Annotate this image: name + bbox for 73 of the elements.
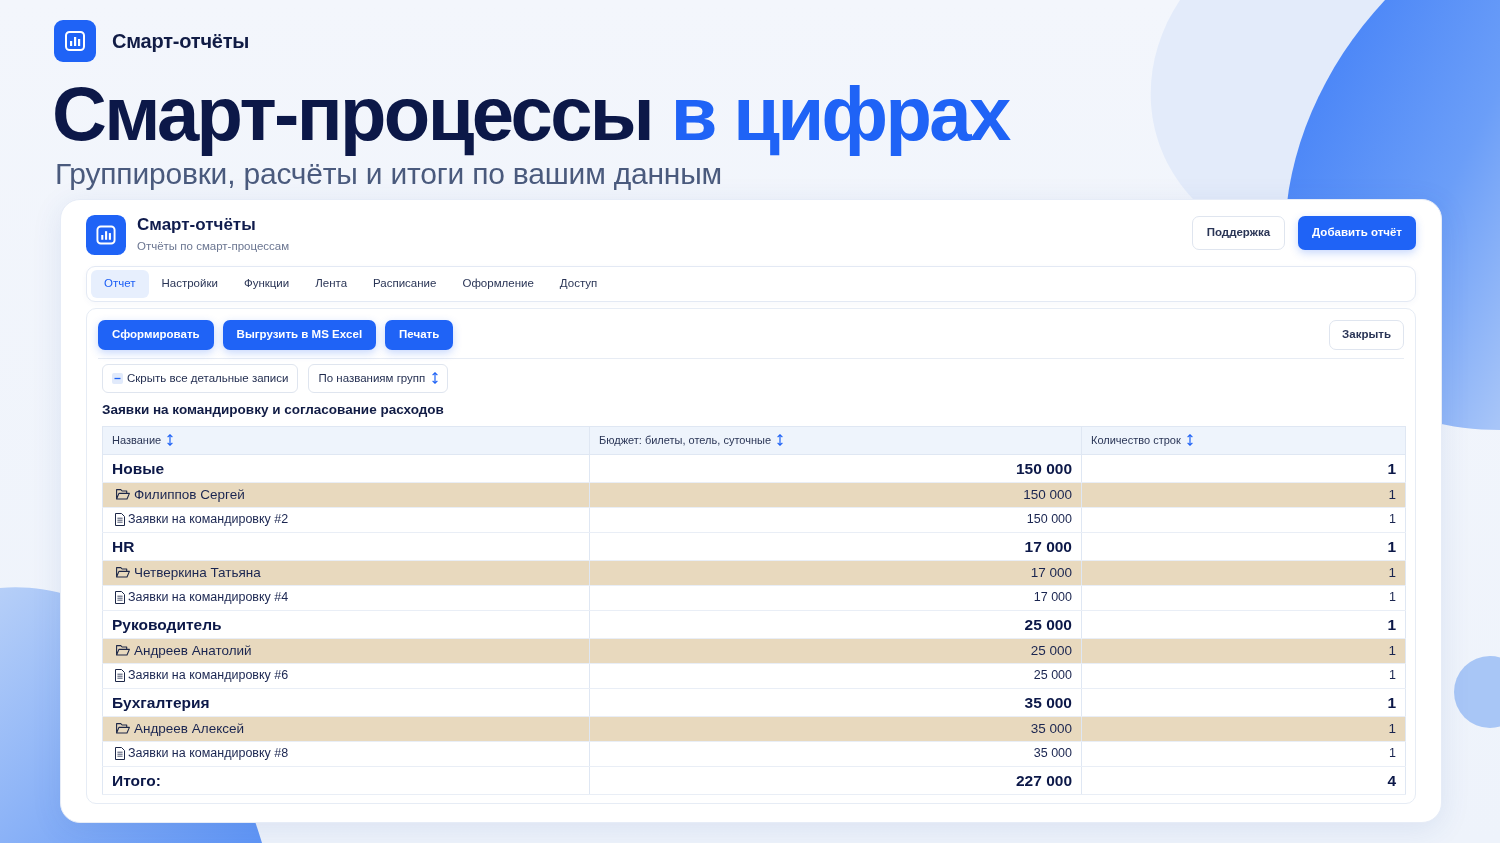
brand-name: Смарт-отчёты <box>112 29 250 54</box>
group-name: Руководитель <box>102 610 590 639</box>
person-name: Андреев Алексей <box>134 719 245 738</box>
add-report-button[interactable]: Добавить отчёт <box>1298 216 1416 250</box>
table-cell: 1 <box>1081 638 1406 664</box>
sort-icon <box>167 434 174 447</box>
group-name: Новые <box>102 454 590 483</box>
tab[interactable]: Настройки <box>148 269 231 298</box>
tab[interactable]: Расписание <box>360 269 450 298</box>
document-icon <box>115 747 125 761</box>
collapse-details-button[interactable]: Скрыть все детальные записи <box>102 363 299 393</box>
table-cell: 25 000 <box>589 663 1082 689</box>
table-cell: 1 <box>1081 532 1406 561</box>
folder-icon <box>116 723 130 735</box>
app-title: Смарт-отчёты <box>137 215 257 236</box>
table-cell: 150 000 <box>589 454 1082 483</box>
table-cell: 25 000 <box>589 610 1082 639</box>
report-title: Заявки на командировку и согласование расходов <box>102 400 445 419</box>
sort-order-button[interactable]: По названиям групп <box>308 363 449 393</box>
group-name: Бухгалтерия <box>102 688 590 717</box>
table-cell: 1 <box>1081 741 1406 767</box>
table-cell: 1 <box>1081 560 1406 586</box>
sort-icon <box>1186 434 1193 447</box>
hero-subtitle: Группировки, расчёты и итоги по вашим данным <box>55 157 724 190</box>
action-button[interactable]: Выгрузить в MS Excel <box>222 319 377 350</box>
support-button[interactable]: Поддержка <box>1191 216 1286 250</box>
tab[interactable]: Лента <box>302 269 361 298</box>
tab[interactable]: Оформление <box>449 269 547 298</box>
table-cell: 1 <box>1081 610 1406 639</box>
table-cell: 1 <box>1081 585 1406 611</box>
chart-logo-icon <box>54 20 96 62</box>
sort-icon <box>777 434 783 447</box>
tab[interactable]: Функции <box>230 269 303 298</box>
column-header[interactable]: Название <box>102 426 590 455</box>
table-cell: 4 <box>1081 766 1406 795</box>
table-cell: 1 <box>1081 507 1406 533</box>
person-name: Четверкина Татьяна <box>134 563 261 582</box>
table-cell: 17 000 <box>589 585 1082 611</box>
sort-icon <box>432 372 439 385</box>
action-button[interactable]: Сформировать <box>98 319 214 350</box>
table-cell: 1 <box>1081 454 1406 483</box>
folder-icon <box>116 489 130 501</box>
person-name: Филиппов Сергей <box>134 485 245 504</box>
document-icon <box>115 591 125 605</box>
table-cell: 227 000 <box>589 766 1082 795</box>
table-cell: 1 <box>1081 688 1406 717</box>
table-cell: 1 <box>1081 663 1406 689</box>
table-cell: 17 000 <box>589 532 1082 561</box>
document-icon <box>115 669 125 683</box>
table-cell: 150 000 <box>589 482 1082 508</box>
column-header[interactable]: Бюджет: билеты, отель, суточные <box>589 426 1082 455</box>
table-cell: 150 000 <box>589 507 1082 533</box>
document-icon <box>115 513 125 527</box>
close-button[interactable]: Закрыть <box>1329 319 1404 350</box>
table-cell: 1 <box>1081 716 1406 742</box>
table-cell: 35 000 <box>589 741 1082 767</box>
person-name: Андреев Анатолий <box>134 641 252 660</box>
column-header[interactable]: Количество строк <box>1081 426 1406 455</box>
chart-logo-icon <box>86 215 126 256</box>
minus-icon <box>112 372 123 384</box>
total-label: Итого: <box>102 766 590 795</box>
table-cell: 35 000 <box>589 716 1082 742</box>
action-button[interactable]: Печать <box>385 319 454 350</box>
table-cell: 35 000 <box>589 688 1082 717</box>
app-subtitle: Отчёты по смарт-процессам <box>137 239 290 255</box>
group-name: HR <box>102 532 590 561</box>
folder-icon <box>116 645 130 657</box>
tab[interactable]: Отчет <box>91 269 149 298</box>
table-cell: 17 000 <box>589 560 1082 586</box>
tab[interactable]: Доступ <box>546 269 611 298</box>
table-cell: 1 <box>1081 482 1406 508</box>
folder-icon <box>116 567 130 579</box>
table-cell: 25 000 <box>589 638 1082 664</box>
